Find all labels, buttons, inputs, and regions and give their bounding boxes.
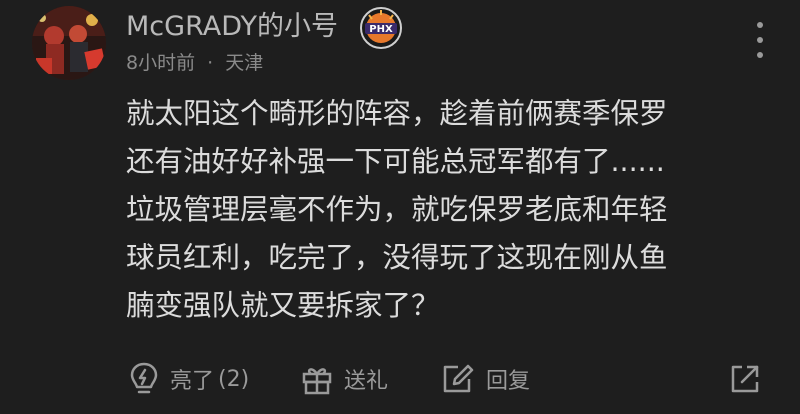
content-line: 还有油好好补强一下可能总冠军都有了......	[126, 145, 665, 178]
gift-icon	[302, 368, 332, 395]
post-time: 8小时前	[126, 52, 196, 74]
edit-reply-icon	[443, 364, 474, 393]
meta-separator: ·	[207, 52, 214, 74]
share-button[interactable]	[728, 356, 762, 402]
reply-label: 回复	[486, 369, 531, 394]
post-content: 就太阳这个畸形的阵容，趁着前俩赛季保罗 还有油好好补强一下可能总冠军都有了...…	[126, 90, 766, 330]
post-location: 天津	[225, 52, 264, 74]
more-vertical-icon	[757, 22, 763, 28]
reply-button[interactable]: 回复	[440, 356, 530, 402]
avatar-image	[32, 6, 106, 80]
comment-card: McGRADY的小号 PHX 8小时前 · 天津 就太阳这个畸形的阵容，趁着前俩…	[0, 0, 800, 414]
team-badge-icon: PHX	[359, 6, 403, 50]
lightbulb-icon	[130, 362, 158, 394]
avatar[interactable]	[32, 6, 106, 80]
more-options-button[interactable]	[748, 18, 772, 62]
like-button[interactable]: 亮了 (2)	[128, 356, 249, 402]
content-line: 垃圾管理层毫不作为，就吃保罗老底和年轻	[126, 193, 668, 226]
like-count: (2)	[218, 366, 250, 392]
gift-button[interactable]: 送礼	[300, 356, 388, 402]
share-icon	[731, 365, 759, 393]
post-meta: 8小时前 · 天津	[126, 50, 263, 76]
like-label: 亮了	[170, 369, 215, 394]
content-line: 就太阳这个畸形的阵容，趁着前俩赛季保罗	[126, 97, 668, 130]
badge-text: PHX	[369, 24, 393, 35]
action-bar: 亮了 (2) 送礼 回复	[0, 356, 800, 406]
author-name[interactable]: McGRADY的小号	[126, 10, 338, 44]
content-line: 腩变强队就又要拆家了？	[126, 289, 440, 322]
content-line: 球员红利，吃完了，没得玩了这现在刚从鱼	[126, 241, 668, 274]
gift-label: 送礼	[344, 369, 389, 394]
